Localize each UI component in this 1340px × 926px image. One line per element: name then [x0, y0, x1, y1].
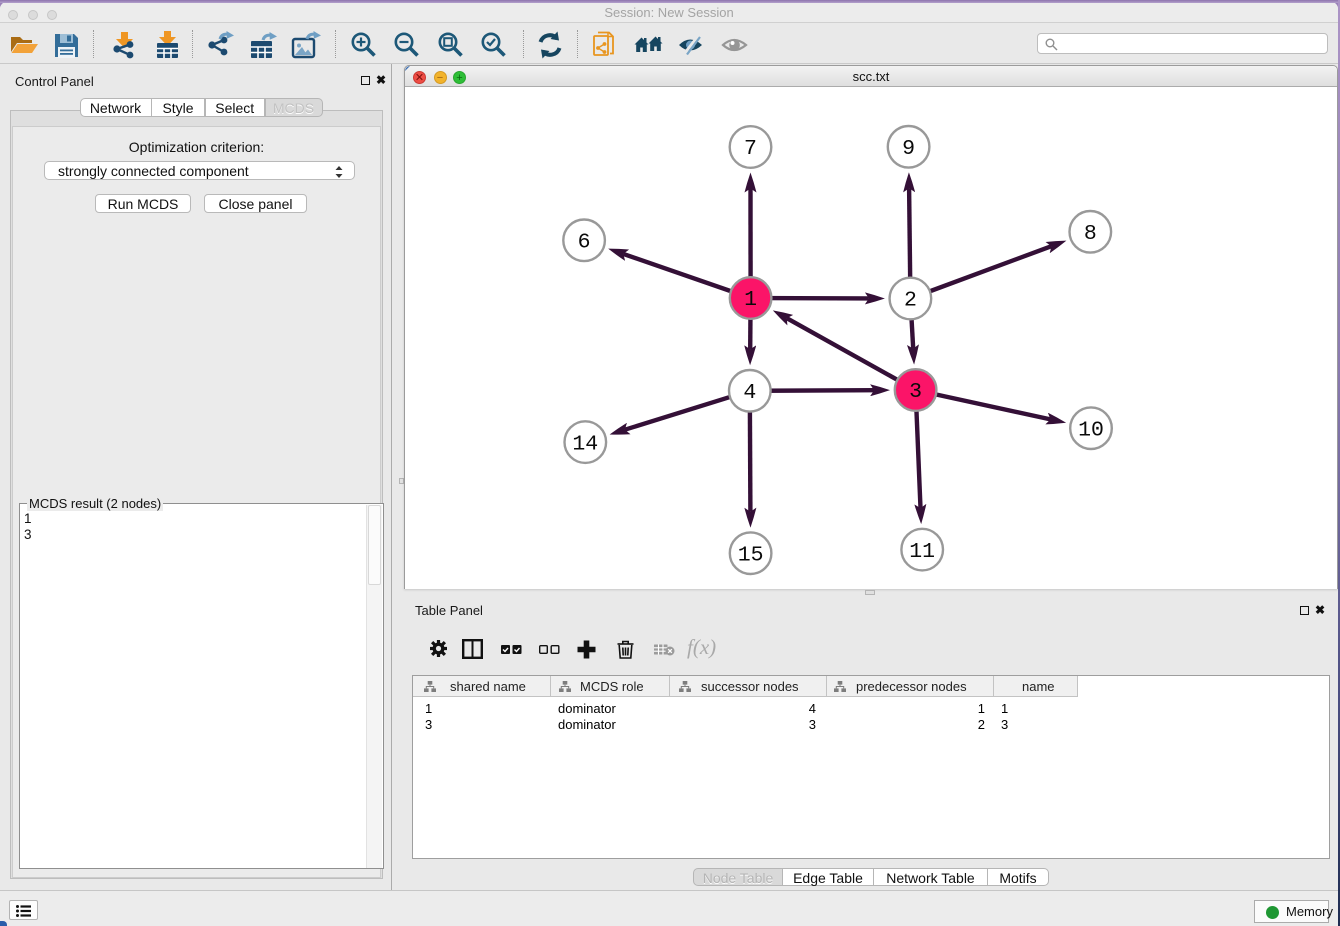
- svg-text:9: 9: [902, 137, 915, 161]
- svg-text:15: 15: [738, 543, 764, 567]
- svg-text:2: 2: [904, 289, 917, 313]
- svg-text:7: 7: [744, 137, 757, 161]
- svg-text:1: 1: [744, 288, 757, 312]
- svg-text:6: 6: [578, 231, 591, 255]
- svg-text:4: 4: [743, 381, 756, 405]
- svg-text:11: 11: [909, 540, 935, 564]
- svg-text:10: 10: [1078, 418, 1104, 442]
- svg-text:3: 3: [909, 380, 922, 404]
- svg-text:14: 14: [572, 432, 598, 456]
- svg-text:8: 8: [1084, 222, 1097, 246]
